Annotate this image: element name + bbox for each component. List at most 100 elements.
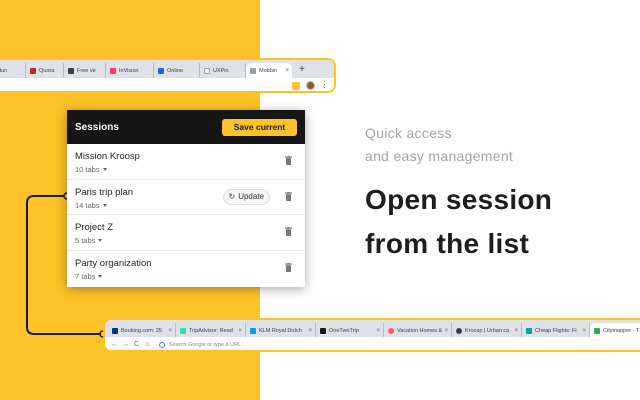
- popup-title: Sessions: [75, 121, 119, 133]
- save-current-button[interactable]: Save current: [222, 118, 297, 136]
- browser-tab[interactable]: TripAdvisor: Read ×: [176, 323, 246, 338]
- browser-tab[interactable]: dun: [0, 63, 26, 78]
- session-item[interactable]: Paris trip plan 14 tabs ↻ Update: [67, 180, 305, 215]
- hero-subtitle: Quick access and easy management: [365, 122, 513, 168]
- browser-tab[interactable]: Booking.com: 25 ×: [108, 323, 176, 338]
- session-item[interactable]: Project Z 5 tabs: [67, 215, 305, 251]
- browser-tab[interactable]: InVision: [106, 63, 154, 78]
- chevron-down-icon: [98, 274, 103, 278]
- session-tab-count: 5 tabs: [75, 236, 96, 245]
- session-tab-count: 14 tabs: [75, 200, 100, 210]
- session-tab-count-toggle[interactable]: 5 tabs: [75, 236, 297, 245]
- tab-label: Mobbin: [259, 67, 278, 74]
- close-tab-icon[interactable]: ×: [376, 328, 380, 334]
- tab-label: Booking.com: 25: [121, 327, 162, 334]
- tripadvisor-icon: [180, 327, 186, 334]
- update-session-button[interactable]: ↻ Update: [222, 188, 270, 205]
- subtitle-line: Quick access: [365, 125, 452, 141]
- tab-label: Quora: [39, 67, 55, 74]
- tab-label: InVision: [119, 67, 139, 74]
- tab-label: dun: [0, 67, 8, 74]
- citymapper-icon: [594, 327, 600, 334]
- refresh-icon: ↻: [228, 192, 236, 201]
- close-tab-icon[interactable]: ×: [168, 328, 172, 334]
- onetwotrip-icon: [320, 327, 326, 334]
- bottom-nav-bar: ← → C ⌂ Search Google or type a URL: [105, 337, 640, 350]
- browser-tab-active[interactable]: Citymapper - T: [590, 323, 640, 338]
- airbnb-icon: [388, 327, 394, 334]
- popup-header: Sessions Save current: [67, 110, 305, 144]
- update-label: Update: [238, 192, 264, 201]
- trash-icon[interactable]: [285, 191, 292, 201]
- skyscanner-icon: [526, 327, 532, 334]
- browser-tab[interactable]: Vacation Homes & ×: [384, 323, 452, 338]
- trash-icon[interactable]: [285, 262, 292, 272]
- trash-icon[interactable]: [285, 156, 292, 165]
- top-toolbar: ⋮: [0, 78, 334, 91]
- profile-avatar[interactable]: [306, 81, 315, 90]
- forward-arrow-icon[interactable]: →: [120, 341, 131, 348]
- sessions-popup: Sessions Save current Mission Kroosp 10 …: [67, 110, 305, 287]
- browser-tab[interactable]: Kroosp | Urban ca ×: [452, 323, 522, 338]
- tab-label: Online: [167, 67, 183, 74]
- browser-tab[interactable]: Online: [154, 63, 200, 78]
- chevron-down-icon: [102, 168, 107, 171]
- session-tab-count-toggle[interactable]: 10 tabs: [75, 165, 297, 174]
- browser-tab[interactable]: Free ve: [64, 63, 106, 78]
- browser-tab[interactable]: KLM Royal Dutch ×: [246, 323, 316, 338]
- tab-label: Cheap Flights: Fi: [535, 327, 577, 334]
- menu-kebab-icon[interactable]: ⋮: [320, 79, 329, 90]
- chevron-down-icon: [98, 239, 103, 242]
- bottom-browser-window: Booking.com: 25 × TripAdvisor: Read × KL…: [103, 318, 640, 352]
- reload-icon[interactable]: C: [131, 341, 142, 348]
- chevron-down-icon: [102, 203, 107, 207]
- invision-icon: [110, 67, 116, 74]
- site-icon: [158, 67, 164, 74]
- tab-label: Citymapper - T: [603, 327, 640, 334]
- klm-icon: [250, 327, 256, 334]
- kroosp-icon: [456, 327, 462, 334]
- back-arrow-icon[interactable]: ←: [109, 341, 120, 348]
- session-item[interactable]: Party organization 7 tabs: [67, 251, 305, 287]
- heading-line: from the list: [365, 228, 530, 259]
- browser-tab[interactable]: Cheap Flights: Fi ×: [522, 323, 590, 338]
- hero-heading: Open session from the list: [365, 178, 552, 266]
- tab-label: Kroosp | Urban ca: [465, 327, 510, 334]
- session-name: Party organization: [75, 257, 152, 269]
- tab-label: TripAdvisor: Read: [189, 327, 233, 334]
- heading-line: Open session: [365, 184, 553, 215]
- session-tab-count-toggle[interactable]: 7 tabs: [75, 272, 297, 281]
- close-tab-icon[interactable]: ×: [238, 328, 242, 334]
- browser-tab[interactable]: Quora: [26, 63, 64, 78]
- close-tab-icon[interactable]: ×: [308, 328, 312, 334]
- trash-icon[interactable]: [285, 227, 292, 236]
- tab-label: OneTwoTrip: [329, 327, 359, 334]
- top-tab-bar: dun Quora Free ve InVision Online UXPin …: [0, 60, 334, 78]
- tab-label: KLM Royal Dutch: [259, 327, 302, 334]
- session-item[interactable]: Mission Kroosp 10 tabs: [67, 144, 305, 180]
- quora-icon: [30, 67, 36, 74]
- booking-icon: [112, 327, 118, 334]
- close-tab-icon[interactable]: ×: [582, 328, 586, 334]
- site-icon: [68, 67, 74, 74]
- session-name: Mission Kroosp: [75, 151, 140, 162]
- subtitle-line: and easy management: [365, 148, 514, 164]
- tab-label: Free ve: [77, 67, 96, 74]
- new-tab-button[interactable]: +: [299, 63, 305, 77]
- session-tab-count: 7 tabs: [75, 271, 96, 281]
- close-tab-icon[interactable]: ×: [285, 68, 289, 74]
- sessions-extension-icon[interactable]: [292, 82, 300, 90]
- tab-label: Vacation Homes &: [397, 327, 443, 334]
- bottom-tab-bar: Booking.com: 25 × TripAdvisor: Read × KL…: [105, 320, 640, 338]
- omnibox-search-input[interactable]: Search Google or type a URL: [159, 341, 241, 348]
- top-browser-window: dun Quora Free ve InVision Online UXPin …: [0, 58, 336, 93]
- browser-tab-active[interactable]: Mobbin ×: [246, 63, 292, 78]
- home-icon[interactable]: ⌂: [142, 341, 153, 348]
- session-name: Project Z: [75, 222, 114, 233]
- browser-tab[interactable]: OneTwoTrip ×: [316, 323, 384, 338]
- close-tab-icon[interactable]: ×: [514, 328, 518, 334]
- browser-tab[interactable]: UXPin: [200, 63, 246, 78]
- close-tab-icon[interactable]: ×: [444, 328, 448, 334]
- mobbin-icon: [250, 67, 256, 74]
- tab-label: UXPin: [213, 67, 229, 74]
